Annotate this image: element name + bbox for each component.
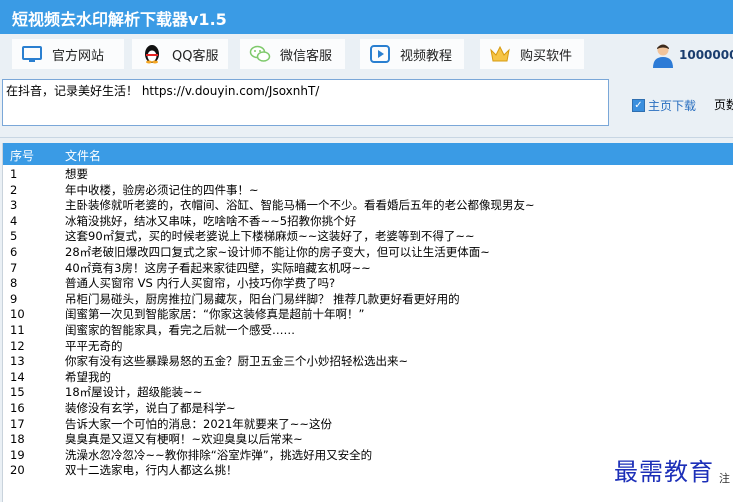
video-tutorial-button[interactable]: 视频教程 [360, 39, 464, 69]
row-filename: 普通人买窗帘 VS 内行人买窗帘，小技巧你学费了吗? [65, 276, 336, 291]
table-row[interactable]: 7 40㎡竟有3房！这房子看起来家徒四壁，实际暗藏玄机呀~~ [3, 261, 733, 277]
qq-penguin-icon [145, 45, 159, 64]
row-index: 5 [10, 229, 18, 244]
table-row[interactable]: 9 吊柜门易碰头，厨房推拉门易藏灰，阳台门易绊脚？ 推荐几款更好看更好用的 [3, 292, 733, 308]
row-index: 14 [10, 369, 25, 384]
table-row[interactable]: 5 这套90㎡复式，买的时候老婆说上下楼梯麻烦~~这装好了，老婆等到不得了~~ [3, 229, 733, 245]
row-index: 11 [10, 323, 25, 337]
qq-service-label: QQ客服 [172, 48, 219, 64]
row-filename: 臭臭真是又逗又有梗啊！~欢迎臭臭以后常来~ [65, 432, 303, 447]
row-index: 16 [10, 401, 25, 415]
table-row[interactable]: 11 闺蜜家的智能家具，看完之后就一个感受…… [3, 323, 733, 339]
row-filename: 希望我的 [65, 369, 111, 384]
table-row[interactable]: 2 年中收楼，验房必须记住的四件事！~ [3, 183, 733, 199]
row-filename: 28㎡老破旧爆改四口复式之家~设计师不能让你的房子变大，但可以让生活更体面~ [65, 245, 490, 259]
checkbox-check-icon: ✓ [632, 99, 645, 112]
watermark-tail-text: 注 [719, 472, 730, 485]
row-index: 8 [10, 276, 18, 291]
table-row[interactable]: 16 装修没有玄学，说白了都是科学~ [3, 401, 733, 417]
monitor-icon [22, 46, 42, 62]
row-filename: 吊柜门易碰头，厨房推拉门易藏灰，阳台门易绊脚？ 推荐几款更好看更好用的 [65, 291, 460, 306]
row-index: 10 [10, 307, 25, 322]
row-index: 19 [10, 447, 25, 462]
row-filename: 你家有没有这些暴躁易怒的五金？厨卫五金三个小妙招轻松选出来~ [65, 354, 409, 369]
wechat-service-label: 微信客服 [280, 48, 333, 64]
divider [0, 137, 733, 138]
table-row[interactable]: 4 冰箱没挑好，结冰又串味，吃啥啥不香~~5招教你挑个好 [3, 214, 733, 230]
table-row[interactable]: 3 主卧装修就听老婆的，衣帽间、浴缸、智能马桶一个不少。看看婚后五年的老公都像现男… [3, 198, 733, 214]
window-title: 短视频去水印解析下载器v1.5 [12, 10, 227, 29]
play-icon [370, 45, 390, 63]
table-row[interactable]: 18 臭臭真是又逗又有梗啊！~欢迎臭臭以后常来~ [3, 432, 733, 448]
buy-software-button[interactable]: 购买软件 [480, 39, 584, 69]
file-list[interactable]: 序号 文件名 1 想要 2 年中收楼，验房必须记住的四件事！~ 3 主卧装修就听老婆的，衣… [2, 143, 733, 502]
row-index: 4 [10, 213, 18, 228]
row-index: 1 [10, 167, 18, 181]
row-index: 6 [10, 245, 18, 259]
share-link-input[interactable]: 在抖音，记录美好生活！ https://v.douyin.com/JsoxnhT… [2, 79, 609, 126]
row-index: 9 [10, 291, 18, 306]
row-filename: 年中收楼，验房必须记住的四件事！~ [65, 182, 259, 197]
list-header: 序号 文件名 [3, 143, 733, 165]
row-index: 15 [10, 385, 25, 400]
row-index: 18 [10, 432, 25, 447]
row-index: 13 [10, 354, 25, 369]
row-filename: 洗澡水忽冷忽冷~~教你排除“浴室炸弹”，挑选好用又安全的 [65, 447, 373, 462]
page-count-label: 页数 [714, 98, 733, 112]
table-row[interactable]: 13 你家有没有这些暴躁易怒的五金？厨卫五金三个小妙招轻松选出来~ [3, 354, 733, 370]
row-index: 20 [10, 463, 25, 478]
crown-icon [490, 45, 510, 62]
column-header-index: 序号 [10, 149, 35, 163]
row-filename: 双十二选家电，行内人都这么挑！ [65, 463, 238, 478]
table-row[interactable]: 12 平平无奇的 [3, 339, 733, 355]
row-filename: 闺蜜第一次见到智能家居：“你家这装修真是超前十年啊！” [65, 307, 365, 322]
video-tutorial-label: 视频教程 [400, 48, 453, 64]
row-filename: 平平无奇的 [65, 338, 123, 353]
row-filename: 告诉大家一个可怕的消息：2021年就要来了~~这份 [65, 416, 333, 431]
user-id-label: 1000000 [679, 48, 733, 62]
table-row[interactable]: 6 28㎡老破旧爆改四口复式之家~设计师不能让你的房子变大，但可以让生活更体面~ [3, 245, 733, 261]
wechat-service-button[interactable]: 微信客服 [240, 39, 345, 69]
table-row[interactable]: 1 想要 [3, 167, 733, 183]
row-index: 12 [10, 338, 25, 353]
column-header-filename: 文件名 [65, 149, 102, 163]
row-filename: 闺蜜家的智能家具，看完之后就一个感受…… [65, 323, 295, 337]
row-filename: 想要 [65, 167, 88, 181]
buy-software-label: 购买软件 [520, 48, 573, 64]
homepage-download-label: 主页下载 [648, 99, 697, 113]
row-filename: 冰箱没挑好，结冰又串味，吃啥啥不香~~5招教你挑个好 [65, 213, 357, 228]
user-avatar-icon [653, 44, 673, 68]
row-index: 2 [10, 182, 18, 197]
title-bar: 短视频去水印解析下载器v1.5 [0, 0, 733, 34]
row-index: 3 [10, 198, 18, 213]
row-filename: 装修没有玄学，说白了都是科学~ [65, 401, 236, 415]
row-index: 17 [10, 416, 25, 431]
qq-service-button[interactable]: QQ客服 [132, 39, 228, 69]
homepage-download-checkbox[interactable]: ✓ 主页下载 [632, 97, 696, 114]
watermark-text: 最需教育 [614, 458, 714, 486]
row-filename: 这套90㎡复式，买的时候老婆说上下楼梯麻烦~~这装好了，老婆等到不得了~~ [65, 229, 475, 244]
table-row[interactable]: 10 闺蜜第一次见到智能家居：“你家这装修真是超前十年啊！” [3, 307, 733, 323]
table-row[interactable]: 14 希望我的 [3, 370, 733, 386]
table-row[interactable]: 15 18㎡屋设计，超级能装~~ [3, 385, 733, 401]
row-index: 7 [10, 260, 18, 275]
user-account[interactable]: 1000000 [652, 38, 733, 72]
row-filename: 主卧装修就听老婆的，衣帽间、浴缸、智能马桶一个不少。看看婚后五年的老公都像现男友… [65, 198, 535, 213]
wechat-icon [249, 45, 271, 62]
official-site-button[interactable]: 官方网站 [12, 39, 124, 69]
table-row[interactable]: 8 普通人买窗帘 VS 内行人买窗帘，小技巧你学费了吗? [3, 276, 733, 292]
table-row[interactable]: 17 告诉大家一个可怕的消息：2021年就要来了~~这份 [3, 417, 733, 433]
row-filename: 40㎡竟有3房！这房子看起来家徒四壁，实际暗藏玄机呀~~ [65, 260, 371, 275]
toolbar: 官方网站 QQ客服 微信客服 视频教程 购买软件 [0, 34, 733, 74]
official-site-label: 官方网站 [52, 48, 105, 64]
row-filename: 18㎡屋设计，超级能装~~ [65, 385, 203, 400]
